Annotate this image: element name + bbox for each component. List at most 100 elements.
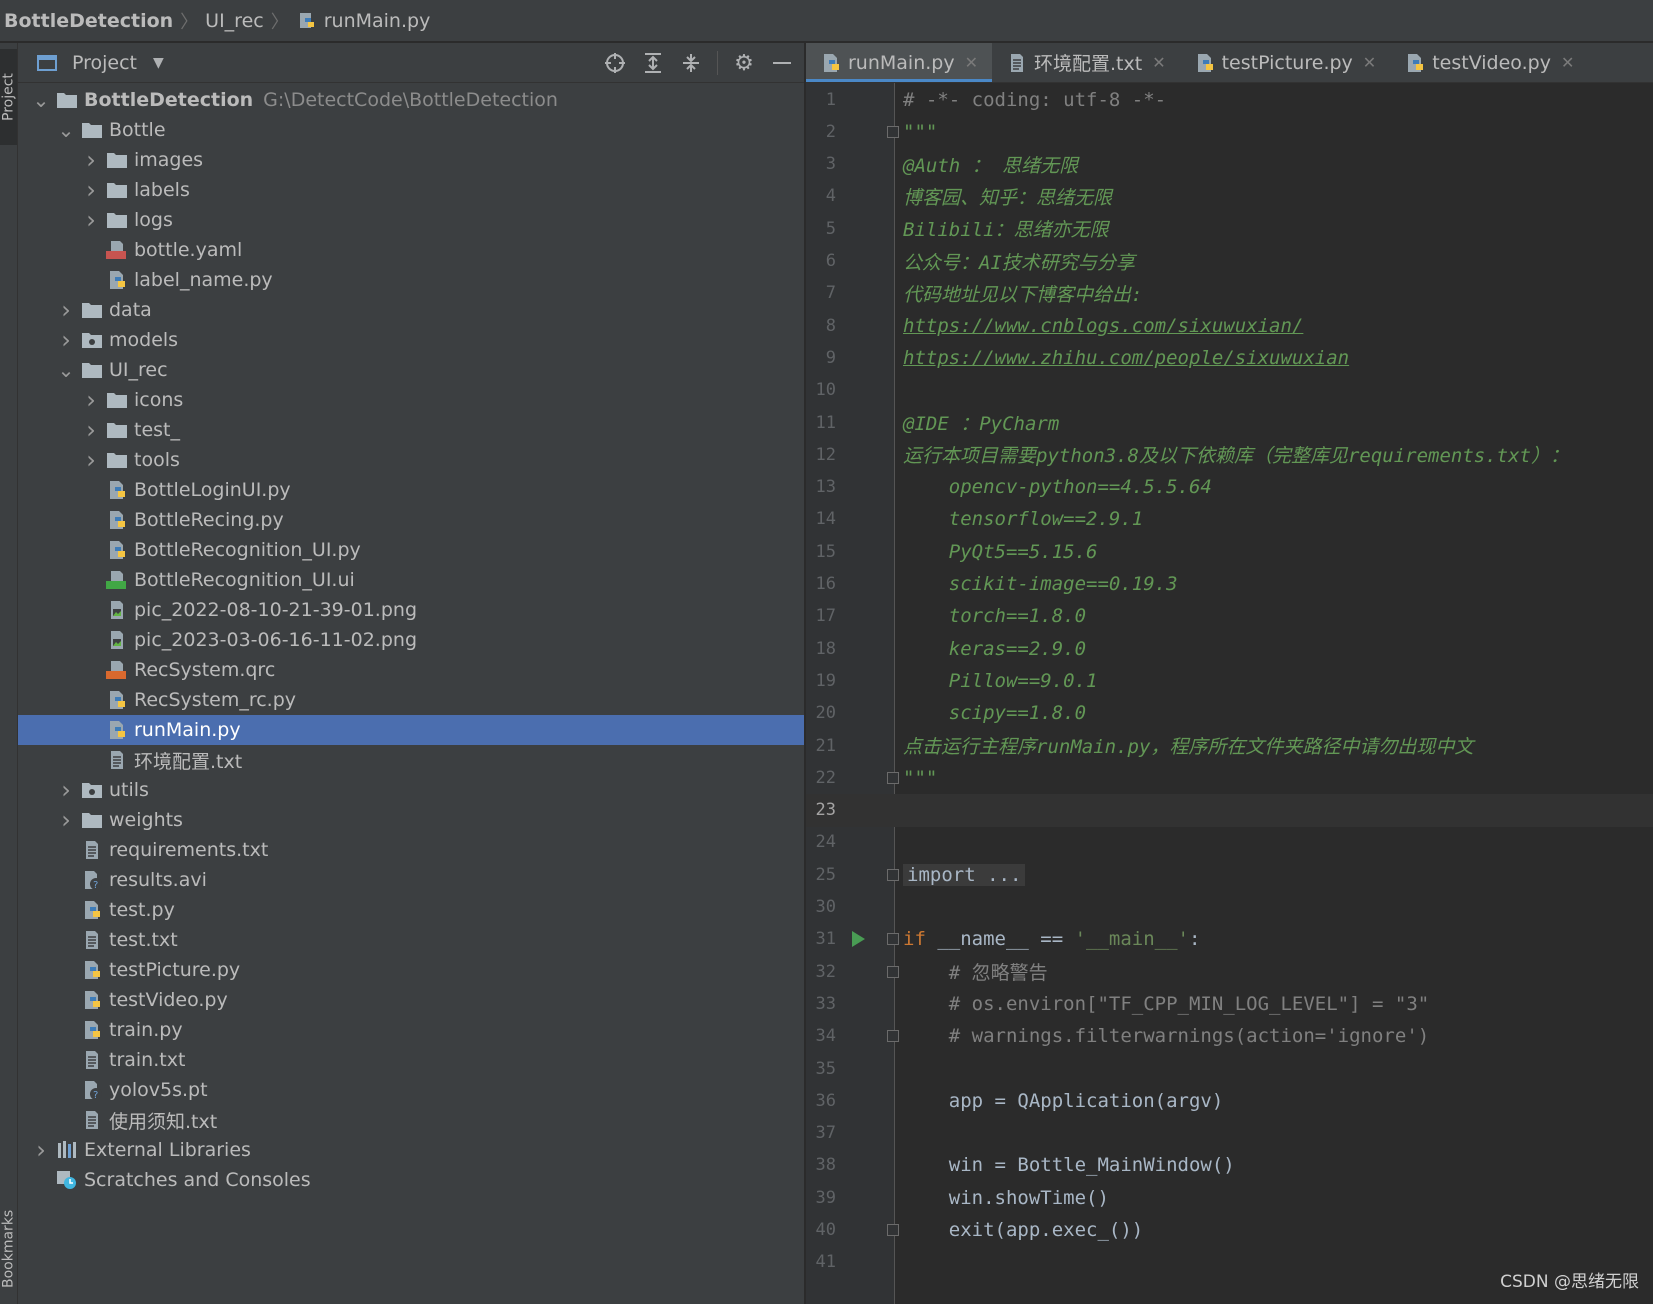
code-line[interactable]: 8 https://www.cnblogs.com/sixuwuxian/ (806, 309, 1653, 342)
tree-item[interactable]: bottle.yaml (18, 235, 804, 265)
tree-item[interactable]: › External Libraries (18, 1135, 804, 1165)
editor-tab[interactable]: 环境配置.txt ✕ (992, 43, 1180, 82)
code-line[interactable]: 23 (806, 793, 1653, 827)
code-line[interactable]: 2 """ (806, 115, 1653, 148)
fold-marker-icon[interactable] (887, 771, 899, 784)
fold-marker-icon[interactable] (887, 868, 899, 881)
tree-item[interactable]: test.txt (18, 925, 804, 955)
editor-tab[interactable]: runMain.py ✕ (806, 43, 993, 82)
code-line[interactable]: 3 @Auth ： 思绪无限 (806, 148, 1653, 181)
code-token[interactable]: https://www.zhihu.com/people/sixuwuxian (903, 347, 1349, 369)
chevron-right-icon[interactable]: › (82, 416, 100, 444)
code-line[interactable]: 7 代码地址见以下博客中给出: (806, 277, 1653, 310)
code-token[interactable]: import ... (903, 863, 1026, 886)
chevron-right-icon[interactable]: › (82, 206, 100, 234)
code-line[interactable]: 24 (806, 826, 1653, 859)
tree-item[interactable]: ⌄ BottleDetection G:\DetectCode\BottleDete… (18, 85, 804, 115)
code-line[interactable]: 1 # -*- coding: utf-8 -*- (806, 83, 1653, 116)
chevron-down-icon[interactable]: ⌄ (32, 88, 50, 112)
code-line[interactable]: 40 exit(app.exec_()) (806, 1214, 1653, 1247)
expand-all-icon[interactable] (641, 51, 665, 75)
collapse-all-icon[interactable] (679, 51, 703, 75)
code-line[interactable]: 31 if __name__ == '__main__': (806, 923, 1653, 956)
chevron-right-icon[interactable]: › (57, 296, 75, 324)
fold-marker-icon[interactable] (887, 933, 899, 946)
breadcrumb-project[interactable]: BottleDetection (4, 10, 173, 32)
chevron-right-icon[interactable]: › (57, 806, 75, 834)
code-line[interactable]: 34 # warnings.filterwarnings(action='ign… (806, 1020, 1653, 1053)
fold-marker-icon[interactable] (887, 125, 899, 138)
tree-item[interactable]: test.py (18, 895, 804, 925)
chevron-right-icon[interactable]: › (82, 146, 100, 174)
gear-icon[interactable]: ⚙ (732, 51, 756, 76)
code-line[interactable]: 12 运行本项目需要python3.8及以下依赖库（完整库见requirement… (806, 438, 1653, 471)
fold-marker-icon[interactable] (887, 1030, 899, 1043)
chevron-right-icon[interactable]: › (57, 326, 75, 354)
tree-item[interactable]: ⌄ UI_rec (18, 355, 804, 385)
code-line[interactable]: 39 win.showTime() (806, 1181, 1653, 1214)
editor-tab[interactable]: testVideo.py ✕ (1390, 43, 1588, 82)
chevron-right-icon[interactable]: › (32, 1136, 50, 1164)
tree-item[interactable]: › weights (18, 805, 804, 835)
close-icon[interactable]: ✕ (1363, 53, 1376, 72)
code-line[interactable]: 33 # os.environ["TF_CPP_MIN_LOG_LEVEL"] … (806, 987, 1653, 1020)
fold-marker-icon[interactable] (887, 1224, 899, 1236)
editor-tab[interactable]: testPicture.py ✕ (1180, 43, 1391, 82)
tree-item[interactable]: BottleRecognition_UI.py (18, 535, 804, 565)
chevron-right-icon[interactable]: › (57, 776, 75, 804)
code-editor[interactable]: 1 # -*- coding: utf-8 -*- 2 """ 3 @Auth ： 思绪无… (806, 83, 1653, 1304)
code-line[interactable]: 22 """ (806, 761, 1653, 794)
code-line[interactable]: 21 点击运行主程序runMain.py，程序所在文件夹路径中请勿出现中文 (806, 729, 1653, 762)
code-line[interactable]: 32 # 忽略警告 (806, 955, 1653, 988)
tree-item[interactable]: › logs (18, 205, 804, 235)
tree-item[interactable]: › icons (18, 385, 804, 415)
close-icon[interactable]: ✕ (1561, 53, 1574, 72)
chevron-right-icon[interactable]: › (82, 446, 100, 474)
tree-item[interactable]: train.py (18, 1015, 804, 1045)
code-line[interactable]: 18 keras==2.9.0 (806, 632, 1653, 665)
code-line[interactable]: 15 PyQt5==5.15.6 (806, 535, 1653, 568)
tree-item[interactable]: train.txt (18, 1045, 804, 1075)
code-line[interactable]: 9 https://www.zhihu.com/people/sixuwuxian (806, 341, 1653, 374)
tree-item[interactable]: label_name.py (18, 265, 804, 295)
run-gutter-icon[interactable] (852, 931, 865, 948)
code-line[interactable]: 20 scipy==1.8.0 (806, 697, 1653, 730)
tree-item[interactable]: testVideo.py (18, 985, 804, 1015)
tree-item[interactable]: BottleRecognition_UI.ui (18, 565, 804, 595)
tree-item[interactable]: testPicture.py (18, 955, 804, 985)
code-line[interactable]: 13 opencv-python==4.5.5.64 (806, 471, 1653, 504)
close-icon[interactable]: ✕ (1152, 53, 1165, 72)
chevron-down-icon[interactable]: ⌄ (57, 118, 75, 142)
breadcrumb-folder[interactable]: UI_rec (205, 10, 264, 32)
project-tool-tab[interactable]: Project (0, 49, 17, 145)
code-line[interactable]: 30 (806, 891, 1653, 924)
code-line[interactable]: 16 scikit-image==0.19.3 (806, 568, 1653, 601)
tree-item[interactable]: 环境配置.txt (18, 745, 804, 775)
tree-item[interactable]: pic_2023-03-06-16-11-02.png (18, 625, 804, 655)
tree-item[interactable]: › test_ (18, 415, 804, 445)
tree-item[interactable]: RecSystem.qrc (18, 655, 804, 685)
bookmarks-tool-tab[interactable]: Bookmarks (0, 1195, 17, 1303)
tree-item[interactable]: BottleRecing.py (18, 505, 804, 535)
fold-marker-icon[interactable] (887, 965, 899, 978)
chevron-down-icon[interactable]: ⌄ (57, 358, 75, 382)
code-token[interactable]: https://www.cnblogs.com/sixuwuxian/ (903, 315, 1303, 337)
code-line[interactable]: 10 (806, 374, 1653, 407)
code-line[interactable]: 38 win = Bottle_MainWindow() (806, 1149, 1653, 1182)
tree-item[interactable]: runMain.py (18, 715, 804, 745)
tree-item[interactable]: ? yolov5s.pt (18, 1075, 804, 1105)
tree-item[interactable]: RecSystem_rc.py (18, 685, 804, 715)
tree-item[interactable]: BottleLoginUI.py (18, 475, 804, 505)
chevron-right-icon[interactable]: › (82, 386, 100, 414)
code-line[interactable]: 5 Bilibili：思绪亦无限 (806, 212, 1653, 245)
code-line[interactable]: 14 tensorflow==2.9.1 (806, 503, 1653, 536)
code-line[interactable]: 11 @IDE ：PyCharm (806, 406, 1653, 439)
tree-item[interactable]: › models (18, 325, 804, 355)
tree-item[interactable]: › tools (18, 445, 804, 475)
tree-item[interactable]: Scratches and Consoles (18, 1165, 804, 1195)
code-line[interactable]: 35 (806, 1052, 1653, 1085)
tree-item[interactable]: requirements.txt (18, 835, 804, 865)
code-line[interactable]: 6 公众号：AI技术研究与分享 (806, 245, 1653, 278)
tree-item[interactable]: › utils (18, 775, 804, 805)
chevron-down-icon[interactable]: ▼ (153, 55, 164, 71)
